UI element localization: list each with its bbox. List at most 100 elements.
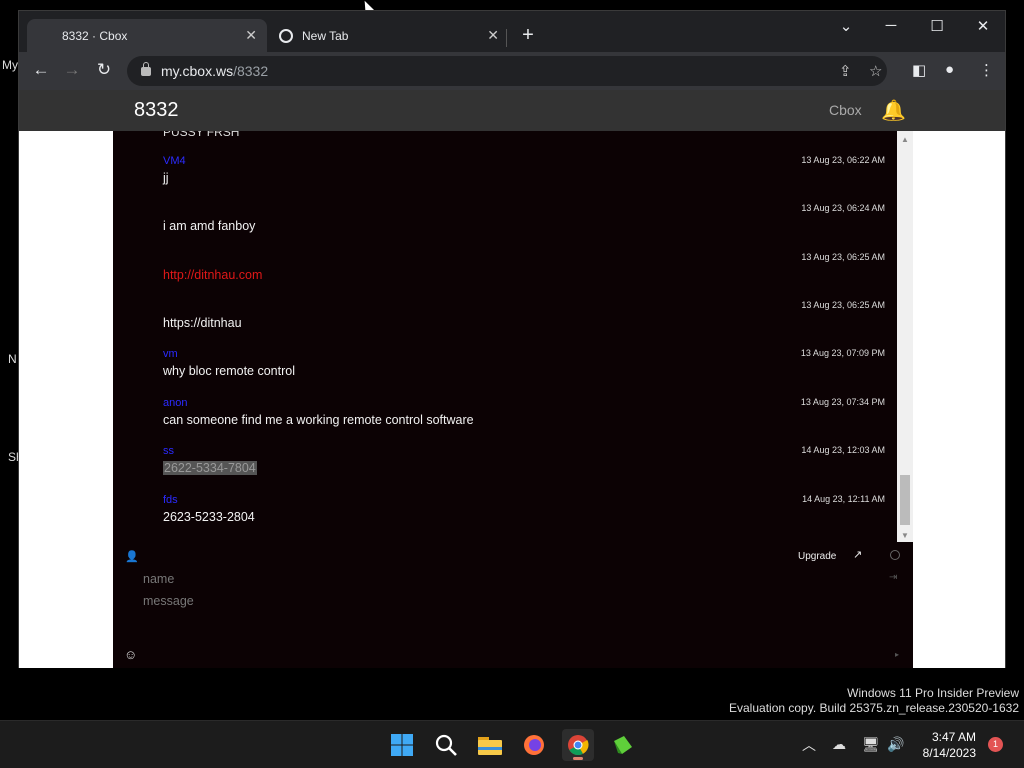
message-time: 13 Aug 23, 06:25 AM (801, 252, 885, 262)
scroll-up-icon[interactable]: ▲ (901, 135, 909, 144)
windows-logo-icon (391, 734, 413, 756)
volume-icon[interactable]: 🔊 (887, 736, 904, 753)
firefox-icon (524, 735, 544, 755)
onedrive-icon[interactable]: ☁ (832, 736, 846, 753)
minimize-button[interactable]: ─ (876, 17, 906, 34)
message-time: 14 Aug 23, 12:03 AM (801, 445, 885, 455)
close-tab-icon[interactable]: ✕ (245, 27, 257, 44)
tab-search-icon[interactable]: ⌄ (831, 17, 861, 35)
windows-watermark: Windows 11 Pro Insider Preview Evaluatio… (729, 686, 1019, 716)
green-app-icon (614, 736, 632, 754)
maximize-button[interactable]: ☐ (922, 17, 952, 35)
tab-cbox[interactable]: 8332 · Cbox ✕ (27, 19, 267, 52)
message-link[interactable]: http://ditnhau.com (163, 268, 887, 282)
message-list: PUSSY FRSH VM4 13 Aug 23, 06:22 AM jj 13… (113, 131, 897, 542)
watermark-edition: Windows 11 Pro Insider Preview (847, 686, 1019, 700)
web-page: 8332 Cbox 🔔 PUSSY FRSH VM4 13 Aug 23, 06… (19, 90, 1005, 668)
chrome-icon (568, 735, 589, 756)
folder-icon (478, 737, 502, 755)
start-button[interactable] (386, 729, 418, 761)
message-time: 13 Aug 23, 06:25 AM (801, 300, 885, 310)
app-button[interactable] (606, 729, 638, 761)
message-author[interactable] (163, 300, 887, 314)
scroll-down-icon[interactable]: ▼ (901, 531, 909, 540)
user-icon[interactable]: 👤 (125, 550, 139, 563)
message-time: 13 Aug 23, 06:22 AM (801, 155, 885, 165)
list-item: fds 14 Aug 23, 12:11 AM 2623-5233-2804 (163, 494, 887, 524)
clock-time: 3:47 AM (931, 730, 976, 744)
tab-new-tab[interactable]: New Tab ✕ (269, 19, 509, 52)
reload-button[interactable]: ↻ (93, 60, 115, 80)
list-item: vm 13 Aug 23, 07:09 PM why bloc remote c… (163, 348, 887, 378)
message-text-selected: 2622-5334-7804 (163, 461, 257, 475)
name-input[interactable] (143, 570, 843, 588)
message-author[interactable]: fds (163, 494, 887, 508)
clock[interactable]: 3:47 AM 8/14/2023 (912, 729, 976, 761)
message-time: 13 Aug 23, 07:09 PM (800, 348, 885, 358)
partial-message: PUSSY FRSH (163, 131, 240, 139)
message-author[interactable]: VM4 (163, 155, 887, 169)
message-text: can someone find me a working remote con… (163, 413, 474, 427)
active-indicator (573, 757, 583, 760)
message-author[interactable] (163, 252, 887, 266)
message-text: https://ditnhau (163, 316, 242, 330)
message-text: 2623-5233-2804 (163, 510, 255, 524)
search-button[interactable] (430, 729, 462, 761)
back-button[interactable]: ← (30, 60, 52, 80)
list-item: 13 Aug 23, 06:25 AM http://ditnhau.com (163, 252, 887, 282)
message-author[interactable]: ss (163, 445, 887, 459)
profile-icon[interactable]: ● (945, 61, 954, 78)
bell-icon[interactable]: 🔔 (881, 98, 906, 123)
upgrade-link[interactable]: Upgrade (798, 551, 836, 562)
tray-chevron-icon[interactable]: ︿ (802, 735, 816, 755)
network-icon[interactable]: 🖥 (862, 736, 880, 753)
message-author[interactable]: anon (163, 397, 887, 411)
page-title: 8332 (134, 99, 179, 121)
watermark-build: Evaluation copy. Build 25375.zn_release.… (729, 701, 1019, 715)
notification-badge[interactable]: 1 (988, 737, 1003, 752)
list-item: VM4 13 Aug 23, 06:22 AM jj (163, 155, 887, 185)
lock-icon[interactable] (141, 61, 151, 76)
share-icon[interactable]: ⇪ (839, 62, 852, 80)
tab-title: 8332 · Cbox (62, 28, 128, 43)
message-time: 14 Aug 23, 12:11 AM (802, 494, 885, 504)
firefox-button[interactable] (518, 729, 550, 761)
message-text: why bloc remote control (163, 364, 296, 378)
message-time: 13 Aug 23, 06:24 AM (801, 203, 885, 213)
tab-title: New Tab (302, 28, 349, 43)
new-tab-button[interactable]: + (516, 24, 540, 47)
bookmark-star-icon[interactable]: ☆ (869, 62, 882, 80)
cbox-header: 8332 Cbox 🔔 (19, 90, 1005, 131)
file-explorer-button[interactable] (474, 729, 506, 761)
side-panel-icon[interactable]: ◧ (912, 61, 926, 79)
send-icon[interactable]: ▸ (895, 650, 899, 659)
cbox-brand-link[interactable]: Cbox (829, 102, 862, 118)
chat-box: PUSSY FRSH VM4 13 Aug 23, 06:22 AM jj 13… (113, 131, 913, 668)
status-circle-icon[interactable] (890, 550, 900, 560)
close-tab-icon[interactable]: ✕ (487, 27, 499, 44)
forward-button[interactable]: → (61, 60, 83, 80)
login-icon[interactable]: ⇥ (889, 572, 897, 583)
message-time: 13 Aug 23, 07:34 PM (800, 397, 885, 407)
compose-area: 👤 Upgrade ↗ ⇥ ☺ ▸ (113, 542, 913, 668)
clock-date: 8/14/2023 (922, 746, 976, 760)
message-author[interactable]: vm (163, 348, 887, 362)
close-window-button[interactable]: ✕ (968, 17, 998, 35)
message-input[interactable] (143, 592, 843, 610)
search-icon (435, 734, 457, 756)
tab-separator (506, 29, 507, 47)
list-item: 13 Aug 23, 06:25 AM https://ditnhau (163, 300, 887, 330)
message-author[interactable] (163, 203, 887, 217)
external-link-icon[interactable]: ↗ (853, 548, 862, 561)
url-path: /8332 (233, 63, 269, 79)
message-scrollbar[interactable]: ▲ ▼ (897, 131, 913, 542)
emoji-icon[interactable]: ☺ (124, 647, 137, 662)
list-item: ss 14 Aug 23, 12:03 AM 2622-5334-7804 (163, 445, 887, 477)
message-text: i am amd fanboy (163, 219, 256, 233)
browser-window: 8332 · Cbox ✕ New Tab ✕ + ⌄ ─ ☐ ✕ ← → ↻ … (18, 10, 1006, 668)
menu-icon[interactable]: ⋮ (979, 61, 994, 79)
address-bar[interactable]: my.cbox.ws/8332 ⇪ ☆ (127, 56, 887, 86)
scrollbar-thumb[interactable] (900, 475, 910, 525)
list-item: 13 Aug 23, 06:24 AM i am amd fanboy (163, 203, 887, 233)
chrome-button[interactable] (562, 729, 594, 761)
